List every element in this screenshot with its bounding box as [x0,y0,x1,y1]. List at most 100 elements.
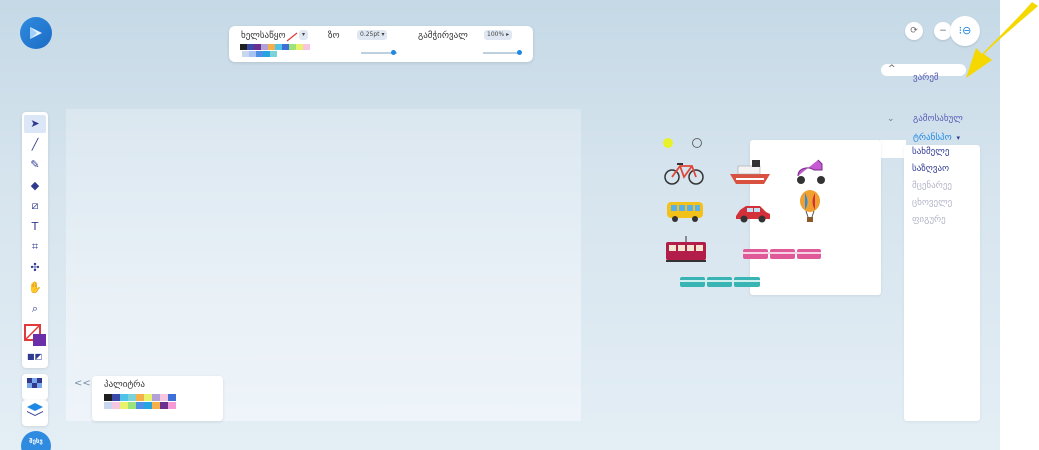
opacity-slider-track[interactable] [483,52,519,54]
tool-text[interactable]: T [24,218,46,236]
subcategory-item[interactable]: საზღვაო [912,164,949,174]
opacity-field[interactable]: 100% ▸ [484,30,513,40]
palette-color-swatch[interactable] [136,402,144,409]
palette-color-swatch[interactable] [160,402,168,409]
crop-icon: ⌗ [31,240,39,253]
brush-color-swatch[interactable] [270,51,277,57]
brush-color-swatch[interactable] [261,44,268,50]
subcategory-item[interactable]: მცენარეე [912,181,952,191]
sticker-teal-train[interactable] [679,275,761,289]
palette-title: პალიტრა [104,380,146,390]
tool-eraser[interactable]: ◆ [24,177,46,195]
brush-color-slash-icon [286,32,298,42]
tool-zoom[interactable]: ⌕ [24,300,46,318]
brush-color-swatch[interactable] [303,44,310,50]
palette-color-swatch[interactable] [104,394,112,401]
chevron-up-icon[interactable]: ^ [888,64,896,74]
sticker-boat[interactable] [728,158,772,186]
brush-color-swatch[interactable] [249,51,256,57]
layers-button[interactable] [22,400,48,426]
line-width-value: 0.25pt [360,31,380,38]
palette-color-swatch[interactable] [136,394,144,401]
tool-hand[interactable]: ✋ [24,279,46,297]
sticker-pink-train[interactable] [742,247,822,261]
sticker-car[interactable] [734,202,772,224]
fill-icon: ⧄ [31,199,39,212]
opacity-slider-handle[interactable] [517,50,522,55]
tool-brush[interactable]: ╱ [24,136,46,154]
shrink-icon: ✣ [30,260,40,274]
tool-fill[interactable]: ⧄ [24,197,46,215]
color-dot-empty[interactable] [692,138,702,148]
category-background[interactable]: ვარემ [913,73,939,83]
login-badge[interactable]: შესვ [21,431,51,450]
top-toolbar: ხელსაწყო ▾ ზო 0.25pt ▾ გამჭირვალ 100% ▸ [229,26,533,62]
brush-color-swatch[interactable] [256,51,263,57]
opacity-label: გამჭირვალ [418,31,468,41]
palette-collapse-button[interactable]: << [74,378,91,389]
redo-button[interactable]: ⟳ [905,22,923,40]
hand-icon: ✋ [28,281,42,294]
annotation-arrow-icon [966,2,1038,78]
app-logo[interactable] [20,17,52,49]
palette-color-swatch[interactable] [112,402,120,409]
palette-color-swatch[interactable] [128,394,136,401]
palette-color-swatch[interactable] [152,402,160,409]
palette-color-swatch[interactable] [168,402,176,409]
palette-color-swatch[interactable] [168,394,176,401]
sticker-bicycle[interactable] [664,156,704,186]
brush-dropdown[interactable]: ▾ [299,30,309,40]
palette-panel: პალიტრა [92,376,223,421]
pointer-icon: ➤ [30,117,40,130]
palette-color-swatch[interactable] [144,394,152,401]
category-transport[interactable]: ტრანსპო ▾ [913,133,960,143]
category-transport-label: ტრანსპო [913,133,952,143]
brush-color-swatch[interactable] [289,44,296,50]
sticker-bus[interactable] [665,198,705,224]
grid-button[interactable] [22,374,48,400]
color-dot-yellow[interactable] [663,138,673,148]
palette-color-swatch[interactable] [104,402,112,409]
brush-color-swatch[interactable] [282,44,289,50]
palette-color-swatch[interactable] [120,402,128,409]
subcategory-item[interactable]: ფიგურე [912,215,946,225]
color-picker[interactable] [24,324,46,346]
swap-colors-icon[interactable]: ■◩ [27,352,42,361]
opacity-value: 100% [487,31,505,38]
palette-color-swatch[interactable] [144,402,152,409]
brush-color-swatch[interactable] [268,44,275,50]
drawing-canvas[interactable] [66,109,581,421]
palette-color-swatch[interactable] [128,402,136,409]
tool-pencil[interactable]: ✎ [24,156,46,174]
brush-color-swatch[interactable] [240,44,247,50]
brush-color-swatch[interactable] [254,44,261,50]
brush-color-swatch[interactable] [247,44,254,50]
chevron-down-icon[interactable]: ⌄ [887,114,895,124]
tool-panel: ■◩ ➤ ╱ ✎ ◆ ⧄ T ⌗ ✣ ✋ ⌕ [22,112,48,368]
dropdown-arrow-icon: ▾ [956,134,961,142]
brush-color-swatch[interactable] [296,44,303,50]
sticker-tram[interactable] [664,236,708,264]
logo-icon [30,27,42,39]
palette-color-swatch[interactable] [152,394,160,401]
tool-crop[interactable]: ⌗ [24,238,46,256]
subcategory-item[interactable]: სახმელე [912,147,949,157]
sticker-scooter[interactable] [794,156,828,186]
brush-color-swatch[interactable] [242,51,249,57]
tool-select[interactable]: ➤ [24,115,46,133]
category-decoration[interactable]: გამოსახულ [913,114,963,124]
tool-shrink[interactable]: ✣ [24,259,46,277]
palette-color-swatch[interactable] [120,394,128,401]
brush-color-swatch[interactable] [275,44,282,50]
line-slider-handle[interactable] [391,50,397,55]
palette-color-swatch[interactable] [112,394,120,401]
brush-color-swatch[interactable] [263,51,270,57]
fill-color[interactable] [33,334,46,346]
subcategory-item[interactable]: ცხოველე [912,198,952,208]
palette-color-swatch[interactable] [160,394,168,401]
line-width-field[interactable]: 0.25pt ▾ [357,30,388,40]
text-icon: T [31,219,39,233]
sticker-hot-air-balloon[interactable] [798,190,822,224]
line-label: ზო [328,31,340,41]
login-label: შესვ [29,438,43,445]
